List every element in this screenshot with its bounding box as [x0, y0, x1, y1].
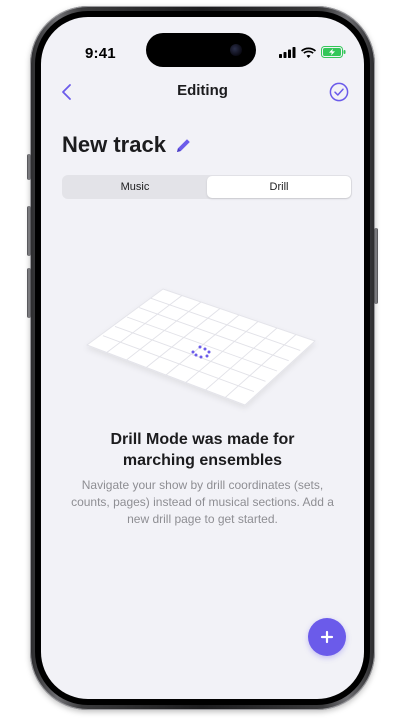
phone-bezel: 9:41 Editing New track Music Drill Drill… [35, 11, 370, 705]
battery-charging-icon [321, 46, 346, 58]
drill-field-illustration [85, 288, 316, 406]
navigation-bar: Editing [41, 77, 364, 107]
status-indicators [279, 46, 346, 58]
pencil-icon [177, 138, 191, 152]
empty-state-heading-line1: Drill Mode was made for [110, 431, 295, 448]
front-camera-icon [230, 44, 242, 56]
nav-title: Editing [177, 82, 228, 99]
dynamic-island [146, 33, 256, 67]
track-title: New track [62, 132, 166, 157]
add-drill-page-button[interactable] [308, 618, 346, 656]
empty-state-description: Navigate your show by drill coordinates … [71, 478, 334, 526]
empty-state-heading-line2: marching ensembles [122, 452, 283, 469]
segment-music[interactable]: Music [63, 176, 207, 198]
track-title-row: New track [62, 132, 194, 158]
checkmark-circle-icon [329, 82, 349, 102]
power-button [374, 228, 378, 304]
edit-title-button[interactable] [174, 135, 194, 155]
screen: 9:41 Editing New track Music Drill Drill… [41, 17, 364, 699]
mode-segmented-control: Music Drill [62, 175, 352, 199]
done-button[interactable] [326, 79, 352, 105]
wifi-icon [301, 47, 316, 58]
segment-drill[interactable]: Drill [207, 176, 351, 198]
empty-state-heading: Drill Mode was made for marching ensembl… [61, 429, 344, 471]
volume-down-button [27, 268, 31, 318]
volume-up-button [27, 206, 31, 256]
action-button [27, 154, 31, 180]
plus-icon [320, 630, 334, 644]
phone-frame: 9:41 Editing New track Music Drill Drill… [27, 6, 378, 710]
status-time: 9:41 [85, 45, 116, 62]
cellular-signal-icon [279, 46, 296, 58]
